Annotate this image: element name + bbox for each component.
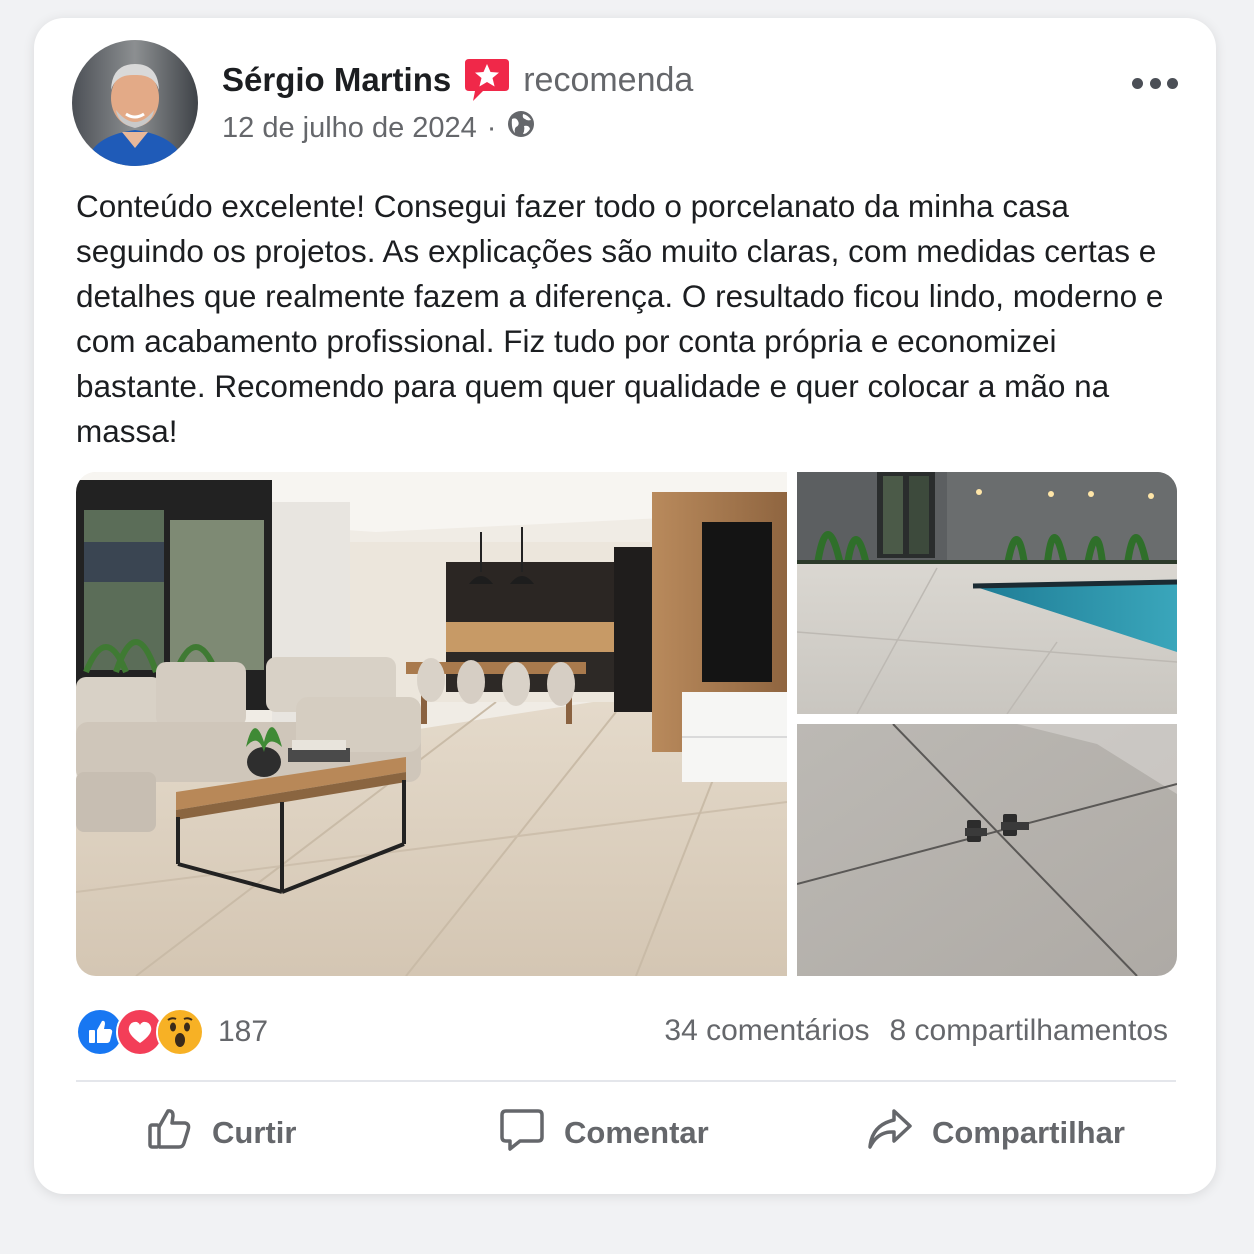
author-name[interactable]: Sérgio Martins <box>222 61 451 99</box>
reactions-count: 187 <box>218 1015 269 1048</box>
divider <box>76 1080 1176 1082</box>
globe-icon <box>506 109 536 147</box>
speech-bubble-icon <box>498 1105 546 1161</box>
living-room-porcelain-floor-photo[interactable] <box>76 472 787 976</box>
more-dot <box>1149 77 1161 89</box>
post-date[interactable]: 12 de julho de 2024 <box>222 112 477 145</box>
author-avatar[interactable] <box>72 40 198 166</box>
like-button[interactable]: Curtir <box>146 1098 296 1168</box>
thumbs-up-icon <box>146 1105 194 1161</box>
more-dot <box>1167 77 1178 89</box>
comments-count-link[interactable]: 34 comentários <box>664 1014 869 1054</box>
recommend-star-icon <box>463 57 511 103</box>
share-arrow-icon <box>866 1105 914 1161</box>
post-actions: Curtir Comentar Compartilhar <box>76 1098 1176 1168</box>
engagement-stats: 34 comentários 8 compartilhamentos <box>664 1014 1168 1054</box>
share-label: Compartilhar <box>932 1115 1125 1150</box>
post-header-line: Sérgio Martins recomenda <box>222 56 693 104</box>
more-dot <box>1132 77 1143 89</box>
reactions-summary[interactable]: 187 <box>76 1008 269 1056</box>
post-text: Conteúdo excelente! Consegui fazer todo … <box>76 188 1164 449</box>
wow-icon <box>156 1008 204 1056</box>
post-card: Sérgio Martins recomenda 12 de julho de … <box>34 18 1216 1194</box>
more-options-icon[interactable] <box>1132 70 1178 96</box>
post-meta: 12 de julho de 2024 · <box>222 108 536 148</box>
pool-deck-porcelain-photo[interactable] <box>797 472 1177 714</box>
comment-button[interactable]: Comentar <box>498 1098 709 1168</box>
comment-label: Comentar <box>564 1115 709 1150</box>
meta-separator: · <box>486 111 497 144</box>
shares-count-link[interactable]: 8 compartilhamentos <box>890 1014 1168 1054</box>
like-label: Curtir <box>212 1115 297 1150</box>
tile-leveling-clips-photo[interactable] <box>797 724 1177 976</box>
share-button[interactable]: Compartilhar <box>866 1098 1125 1168</box>
recommend-label: recomenda <box>523 60 694 99</box>
